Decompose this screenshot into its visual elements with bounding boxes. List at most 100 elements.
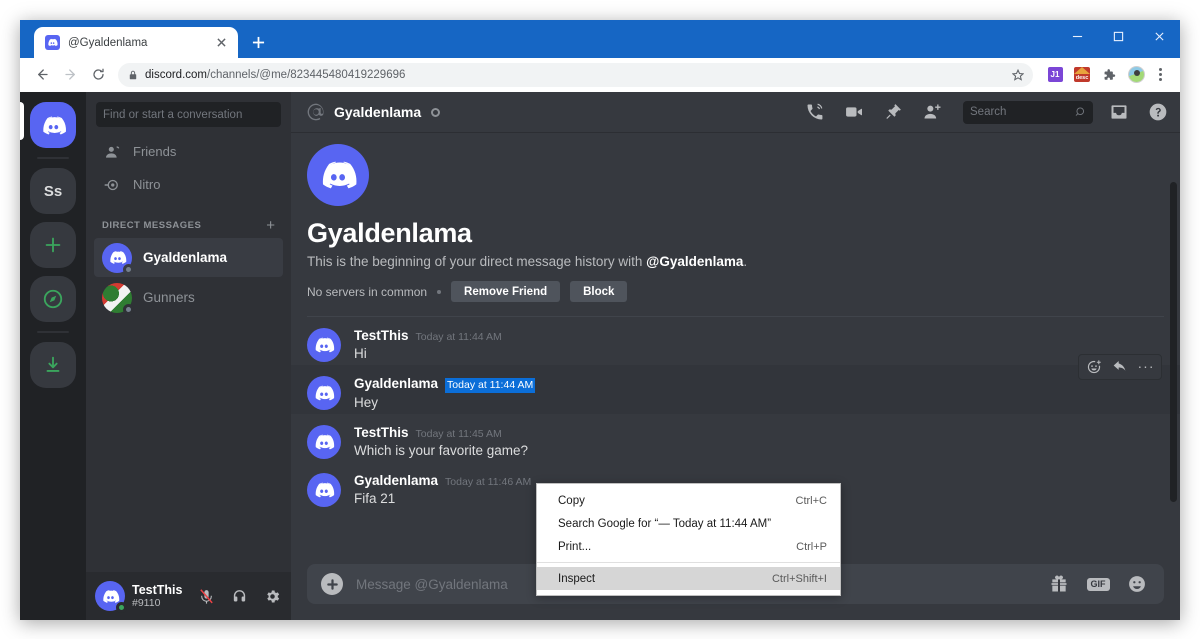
context-menu-item-label: Print... bbox=[558, 540, 592, 553]
mute-microphone-button[interactable] bbox=[193, 583, 219, 609]
browser-window: @Gyaldenlama discord.com/channels/@me/82… bbox=[20, 20, 1180, 620]
avatar bbox=[102, 282, 134, 315]
message-text: Hey bbox=[354, 394, 379, 410]
sidebar-item-nitro-label: Nitro bbox=[133, 177, 161, 192]
message-author[interactable]: TestThis bbox=[354, 328, 409, 344]
extensions-puzzle-icon[interactable] bbox=[1097, 63, 1121, 87]
add-server-button[interactable] bbox=[30, 222, 76, 268]
dm-item-gyaldenlama[interactable]: Gyaldenlama bbox=[94, 238, 283, 277]
more-options-icon[interactable]: ··· bbox=[1133, 355, 1159, 379]
sidebar-item-server-ss[interactable]: Ss bbox=[30, 168, 76, 214]
compass-icon bbox=[43, 289, 63, 309]
channel-header: Gyaldenlama Search bbox=[291, 92, 1180, 132]
pinned-messages-button[interactable] bbox=[880, 99, 906, 125]
context-menu-item-print[interactable]: Print... Ctrl+P bbox=[537, 535, 840, 558]
direct-messages-label: DIRECT MESSAGES bbox=[102, 220, 202, 231]
message-author[interactable]: Gyaldenlama bbox=[354, 473, 438, 489]
new-tab-button[interactable] bbox=[245, 29, 271, 55]
profile-avatar[interactable] bbox=[1124, 63, 1148, 87]
j1-extension-icon[interactable]: J1 bbox=[1043, 63, 1067, 87]
message-header: Gyaldenlama Today at 11:44 AM bbox=[354, 376, 1164, 393]
message-timestamp: Today at 11:46 AM bbox=[445, 475, 532, 488]
message-body: TestThis Today at 11:45 AM Which is your… bbox=[354, 425, 1164, 461]
context-menu-item-accelerator: Ctrl+Shift+I bbox=[771, 572, 827, 585]
direct-messages-section-header: DIRECT MESSAGES + bbox=[94, 202, 283, 238]
dm-item-gunners[interactable]: Gunners bbox=[94, 278, 283, 317]
browser-toolbar: discord.com/channels/@me/823445480419229… bbox=[20, 58, 1180, 92]
user-settings-button[interactable] bbox=[259, 583, 285, 609]
inbox-button[interactable] bbox=[1106, 99, 1132, 125]
download-apps-button[interactable] bbox=[30, 342, 76, 388]
close-window-button[interactable] bbox=[1139, 20, 1180, 52]
address-bar-url: discord.com/channels/@me/823445480419229… bbox=[145, 69, 405, 81]
avatar[interactable] bbox=[95, 581, 127, 613]
forward-button[interactable] bbox=[57, 61, 84, 88]
desc-extension-icon[interactable]: desc bbox=[1070, 63, 1094, 87]
dm-welcome-mention: @Gyaldenlama bbox=[646, 254, 744, 269]
sidebar-item-friends[interactable]: Friends bbox=[94, 136, 283, 167]
block-button[interactable]: Block bbox=[570, 281, 628, 302]
tab-close-icon[interactable] bbox=[213, 34, 230, 51]
create-dm-button[interactable]: + bbox=[266, 218, 275, 233]
message-hover-actions: ··· bbox=[1078, 354, 1162, 381]
sidebar-item-home[interactable] bbox=[30, 102, 76, 148]
message-item[interactable]: TestThis Today at 11:44 AM Hi bbox=[291, 317, 1180, 365]
back-button[interactable] bbox=[29, 61, 56, 88]
attach-file-button[interactable] bbox=[321, 573, 343, 595]
reply-arrow-icon[interactable] bbox=[1107, 355, 1133, 379]
dm-welcome-block: Gyaldenlama This is the beginning of you… bbox=[291, 132, 1180, 302]
bookmark-star-icon[interactable] bbox=[1009, 66, 1027, 84]
explore-servers-button[interactable] bbox=[30, 276, 76, 322]
sidebar-item-nitro[interactable]: Nitro bbox=[94, 169, 283, 200]
avatar[interactable] bbox=[307, 376, 341, 411]
start-voice-call-button[interactable] bbox=[802, 99, 828, 125]
user-panel-username: TestThis bbox=[132, 582, 183, 597]
gift-nitro-button[interactable] bbox=[1046, 572, 1072, 596]
reload-button[interactable] bbox=[85, 61, 112, 88]
message-item[interactable]: TestThis Today at 11:45 AM Which is your… bbox=[291, 414, 1180, 462]
browser-context-menu[interactable]: Copy Ctrl+C Search Google for “— Today a… bbox=[536, 483, 841, 596]
dm-welcome-actions: No servers in common Remove Friend Block bbox=[307, 281, 1164, 302]
remove-friend-button[interactable]: Remove Friend bbox=[451, 281, 561, 302]
window-controls bbox=[1057, 20, 1180, 52]
context-menu-item-search-google[interactable]: Search Google for “— Today at 11:44 AM” bbox=[537, 512, 840, 535]
menu-dot bbox=[1158, 68, 1162, 71]
message-author[interactable]: TestThis bbox=[354, 425, 409, 441]
message-list-scrollbar[interactable] bbox=[1170, 182, 1177, 502]
maximize-button[interactable] bbox=[1098, 20, 1139, 52]
context-menu-item-accelerator: Ctrl+P bbox=[796, 540, 827, 553]
avatar[interactable] bbox=[307, 328, 341, 362]
desktop-background: @Gyaldenlama discord.com/channels/@me/82… bbox=[0, 0, 1200, 639]
message-body: TestThis Today at 11:44 AM Hi bbox=[354, 328, 1164, 364]
minimize-button[interactable] bbox=[1057, 20, 1098, 52]
discord-logo-icon bbox=[322, 161, 357, 189]
message-timestamp-selected: Today at 11:44 AM bbox=[445, 378, 536, 393]
deafen-button[interactable] bbox=[226, 583, 252, 609]
three-dot-menu-icon[interactable] bbox=[1149, 63, 1171, 87]
j1-extension-label: J1 bbox=[1047, 67, 1063, 82]
avatar[interactable] bbox=[307, 424, 341, 459]
browser-tab[interactable]: @Gyaldenlama bbox=[34, 27, 238, 58]
emoji-picker-button[interactable] bbox=[1124, 572, 1150, 596]
address-bar[interactable]: discord.com/channels/@me/823445480419229… bbox=[118, 62, 1033, 87]
find-conversation-placeholder: Find or start a conversation bbox=[103, 108, 243, 121]
context-menu-item-inspect[interactable]: Inspect Ctrl+Shift+I bbox=[537, 567, 840, 590]
start-video-call-button[interactable] bbox=[841, 99, 867, 125]
rail-divider bbox=[37, 157, 69, 159]
message-item[interactable]: Gyaldenlama Today at 11:44 AM Hey ··· bbox=[291, 354, 1180, 414]
search-input[interactable]: Search bbox=[963, 100, 1093, 124]
find-conversation-input[interactable]: Find or start a conversation bbox=[96, 102, 281, 127]
discord-logo-icon bbox=[109, 251, 126, 264]
search-placeholder: Search bbox=[970, 106, 1007, 118]
context-menu-item-copy[interactable]: Copy Ctrl+C bbox=[537, 489, 840, 512]
add-friends-to-dm-button[interactable] bbox=[919, 99, 945, 125]
avatar[interactable] bbox=[307, 472, 341, 507]
search-icon bbox=[1075, 107, 1085, 116]
dm-welcome-subtitle-post: . bbox=[743, 254, 748, 269]
dot-separator bbox=[437, 289, 442, 294]
user-panel: TestThis #9110 bbox=[86, 572, 291, 620]
add-reaction-icon[interactable] bbox=[1081, 355, 1107, 379]
gif-picker-button[interactable]: GIF bbox=[1085, 572, 1111, 596]
help-button[interactable] bbox=[1145, 99, 1171, 125]
message-author[interactable]: Gyaldenlama bbox=[354, 376, 438, 392]
